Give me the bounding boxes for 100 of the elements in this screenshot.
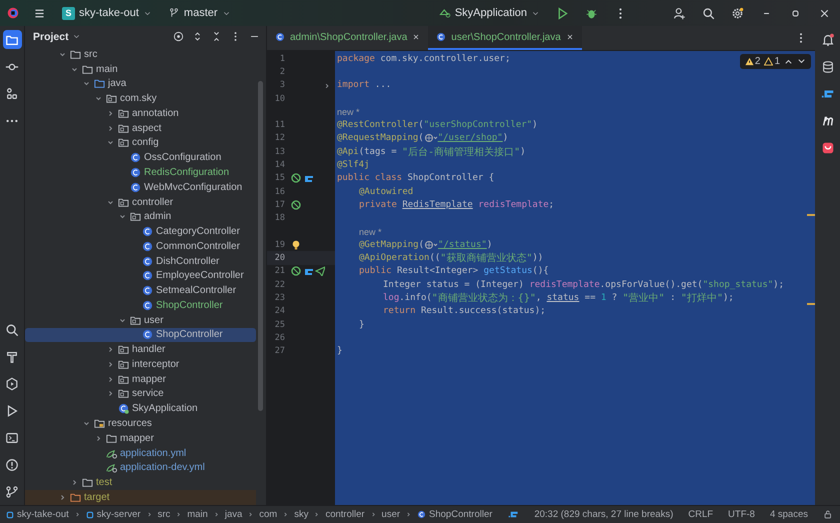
- breadcrumb[interactable]: sky-server: [86, 509, 141, 520]
- tree-item[interactable]: DishController: [25, 254, 256, 268]
- endpoint-icon[interactable]: [303, 266, 313, 276]
- tree-item-label: CategoryController: [156, 226, 240, 238]
- indent-setting[interactable]: 4 spaces: [770, 509, 808, 520]
- breadcrumb[interactable]: src: [158, 509, 170, 520]
- tree-item[interactable]: test: [25, 475, 256, 490]
- tree-item[interactable]: resources: [25, 416, 256, 431]
- tree-item[interactable]: com.sky: [25, 91, 256, 106]
- project-tool-button[interactable]: [2, 30, 22, 49]
- tree-item[interactable]: mapper: [25, 430, 256, 446]
- caret-position[interactable]: 20:32 (829 chars, 27 line breaks): [534, 509, 674, 520]
- tree-item[interactable]: interceptor: [25, 357, 256, 372]
- tree-item[interactable]: WebMvcConfiguration: [25, 180, 256, 195]
- code-line: }: [336, 345, 342, 358]
- tree-item[interactable]: aspect: [25, 120, 256, 136]
- chevron-right-icon[interactable]: [106, 360, 115, 369]
- chevron-right-icon[interactable]: [106, 108, 115, 118]
- tree-item[interactable]: annotation: [25, 106, 256, 121]
- code-line: public class ShopController {: [336, 172, 494, 185]
- branch-selector[interactable]: master: [164, 3, 234, 23]
- endpoint-icon[interactable]: [303, 173, 313, 184]
- tree-item[interactable]: admin: [25, 209, 256, 224]
- tree-item[interactable]: config: [25, 136, 256, 150]
- editor-tab[interactable]: user\ShopController.java: [428, 26, 582, 50]
- expand-all-icon[interactable]: [192, 31, 203, 42]
- endpoints-icon[interactable]: [508, 509, 520, 520]
- breadcrumb[interactable]: sky: [294, 509, 308, 520]
- inspection-widget[interactable]: 2 1: [740, 54, 811, 69]
- editor-tab[interactable]: admin\ShopController.java: [267, 26, 428, 50]
- chevron-right-icon[interactable]: [106, 345, 115, 354]
- breadcrumb[interactable]: main: [187, 509, 208, 520]
- bell-icon: [820, 32, 834, 46]
- workspace-dropdown[interactable]: S sky-take-out: [59, 3, 155, 23]
- line-number: 3: [278, 80, 285, 90]
- chevron-right-icon[interactable]: [94, 434, 103, 443]
- chevron-right-icon[interactable]: [106, 124, 115, 133]
- tree-item[interactable]: application-dev.yml: [25, 460, 256, 476]
- git-branch-icon: [5, 484, 19, 498]
- breadcrumb[interactable]: ShopController: [417, 509, 492, 520]
- web-icon[interactable]: [424, 133, 438, 144]
- chevron-right-icon[interactable]: [106, 389, 115, 398]
- line-number: 19: [274, 240, 285, 250]
- tree-item[interactable]: SkyApplication: [25, 401, 256, 416]
- tree-item[interactable]: SetmealController: [25, 283, 256, 298]
- breadcrumb[interactable]: sky-take-out: [6, 509, 69, 520]
- fold-icon[interactable]: [323, 82, 331, 90]
- previous-icon[interactable]: [784, 57, 793, 66]
- collapse-all-icon[interactable]: [211, 31, 222, 42]
- project-view-selector[interactable]: Project: [33, 30, 81, 42]
- class-icon: [142, 270, 153, 282]
- tree-item[interactable]: EmployeeController: [25, 268, 256, 284]
- lock-icon[interactable]: [823, 509, 834, 520]
- project-badge: S: [62, 6, 75, 20]
- tree-item[interactable]: CommonController: [25, 238, 256, 254]
- breadcrumb[interactable]: controller: [325, 509, 365, 520]
- chevron-right-icon[interactable]: [58, 492, 67, 502]
- package-icon: [130, 211, 141, 222]
- line-number: 21: [274, 266, 285, 276]
- tree-item[interactable]: user: [25, 312, 256, 328]
- chevron-right-icon[interactable]: [70, 478, 79, 488]
- breadcrumb[interactable]: java: [224, 509, 242, 520]
- breadcrumb[interactable]: com: [259, 509, 278, 520]
- breadcrumb[interactable]: user: [382, 509, 400, 520]
- tree-item[interactable]: application.yml: [25, 446, 256, 460]
- class-icon: [130, 182, 141, 193]
- tree-item[interactable]: RedisConfiguration: [25, 165, 256, 180]
- tree-item[interactable]: ShopController: [25, 298, 256, 313]
- tree-item[interactable]: java: [25, 76, 256, 92]
- line-separator[interactable]: CRLF: [688, 509, 714, 520]
- chevron-right-icon[interactable]: [106, 374, 115, 384]
- tree-item[interactable]: ShopController: [25, 328, 256, 342]
- tree-item[interactable]: mapper: [25, 372, 256, 387]
- line-number: 18: [274, 213, 285, 224]
- file-encoding[interactable]: UTF-8: [728, 509, 755, 520]
- play-icon: [5, 404, 19, 418]
- tree-item[interactable]: service: [25, 386, 256, 402]
- folder-icon: [94, 78, 105, 90]
- run-configuration-selector[interactable]: SkyApplication: [436, 3, 543, 23]
- lightbulb-icon[interactable]: [291, 240, 301, 250]
- class-icon: [130, 152, 141, 164]
- breadcrumb-separator-icon: [212, 511, 220, 518]
- tree-item[interactable]: main: [25, 62, 256, 77]
- package-icon: [106, 93, 117, 104]
- package-icon: [118, 344, 129, 356]
- paper-plane-icon[interactable]: [315, 266, 325, 276]
- tree-item[interactable]: CategoryController: [25, 224, 256, 239]
- scrollbar[interactable]: [258, 81, 263, 411]
- tree-item[interactable]: handler: [25, 342, 256, 358]
- locate-icon[interactable]: [173, 31, 184, 42]
- package-icon: [130, 314, 141, 326]
- tree-item[interactable]: controller: [25, 194, 256, 210]
- web-icon[interactable]: [424, 240, 438, 250]
- app-logo-icon[interactable]: [6, 6, 20, 20]
- add-user-icon: [673, 6, 686, 20]
- next-icon[interactable]: [797, 57, 806, 66]
- tree-item[interactable]: src: [25, 47, 256, 62]
- tree-item[interactable]: target: [25, 490, 256, 505]
- tree-item[interactable]: OssConfiguration: [25, 150, 256, 166]
- code-line: new *: [358, 226, 382, 238]
